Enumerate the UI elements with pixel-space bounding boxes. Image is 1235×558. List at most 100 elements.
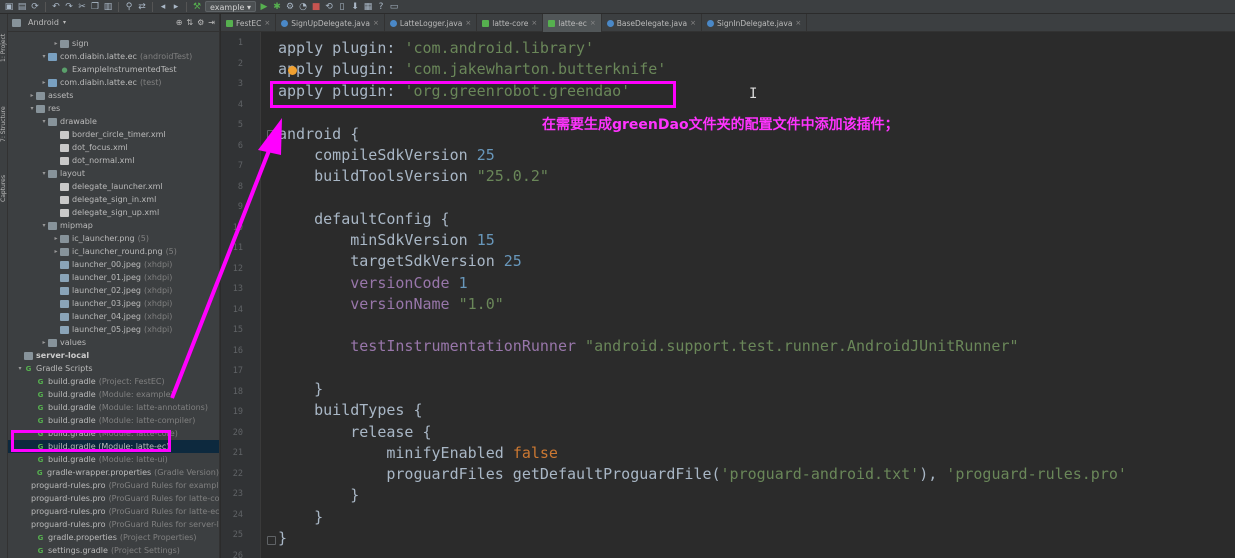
close-icon[interactable]: ×	[465, 19, 471, 27]
fold-marker-icon[interactable]	[267, 536, 276, 545]
tree-item[interactable]: server-local	[8, 349, 219, 362]
redo-icon[interactable]: ↷	[64, 2, 74, 12]
tree-item[interactable]: Ggradle.properties (Project Properties)	[8, 531, 219, 544]
tree-item[interactable]: border_circle_timer.xml	[8, 128, 219, 141]
debug-icon[interactable]: ✱	[272, 2, 282, 12]
tree-item[interactable]: Gbuild.gradle (Project: FestEC)	[8, 375, 219, 388]
close-icon[interactable]: ×	[531, 19, 537, 27]
tree-item[interactable]: ▾ layout	[8, 167, 219, 180]
tree-item[interactable]: launcher_04.jpeg (xhdpi)	[8, 310, 219, 323]
chevron-down-icon[interactable]: ▾	[16, 362, 24, 375]
editor-tab[interactable]: BaseDelegate.java ×	[602, 14, 702, 32]
tree-item[interactable]: delegate_sign_in.xml	[8, 193, 219, 206]
chevron-right-icon[interactable]: ▸	[40, 76, 48, 89]
replace-icon[interactable]: ⇄	[137, 2, 147, 12]
tree-item[interactable]: delegate_sign_up.xml	[8, 206, 219, 219]
chevron-down-icon[interactable]: ▾	[40, 167, 48, 180]
cut-icon[interactable]: ✂	[77, 2, 87, 12]
run-config-selector[interactable]: example ▾	[205, 1, 256, 12]
avd-icon[interactable]: ▯	[337, 2, 347, 12]
help-icon[interactable]: ?	[376, 2, 386, 12]
profile-icon[interactable]: ◔	[298, 2, 308, 12]
build-icon[interactable]: ⚒	[192, 2, 202, 12]
tree-item[interactable]: Ggradle-wrapper.properties (Gradle Versio…	[8, 466, 219, 479]
chevron-right-icon[interactable]: ▸	[52, 232, 60, 245]
tool-tab-project[interactable]: 1: Project	[0, 18, 8, 78]
sync-scroll-icon[interactable]: ⊕	[176, 18, 183, 27]
tree-item[interactable]: launcher_03.jpeg (xhdpi)	[8, 297, 219, 310]
tree-item[interactable]: ▸ assets	[8, 89, 219, 102]
editor-tab[interactable]: FestEC ×	[221, 14, 277, 32]
tree-item[interactable]: dot_normal.xml	[8, 154, 219, 167]
close-icon[interactable]: ×	[373, 19, 379, 27]
tree-item[interactable]: proguard-rules.pro (ProGuard Rules for ex…	[8, 479, 219, 492]
editor-tab[interactable]: latte-core ×	[477, 14, 544, 32]
close-icon[interactable]: ×	[690, 19, 696, 27]
tree-item[interactable]: ▸ values	[8, 336, 219, 349]
chevron-right-icon[interactable]: ▸	[52, 245, 60, 258]
stop-icon[interactable]: ■	[311, 2, 321, 12]
tree-item[interactable]: ▸ com.diabin.latte.ec (test)	[8, 76, 219, 89]
structure-icon[interactable]: ▦	[363, 2, 373, 12]
tree-item[interactable]: ▾ G Gradle Scripts	[8, 362, 219, 375]
device-icon[interactable]: ▭	[389, 2, 399, 12]
chevron-down-icon[interactable]: ▾	[28, 102, 36, 115]
copy-icon[interactable]: ❐	[90, 2, 100, 12]
hide-panel-icon[interactable]: ⇥	[208, 18, 215, 27]
tree-item[interactable]: delegate_launcher.xml	[8, 180, 219, 193]
close-icon[interactable]: ×	[264, 19, 270, 27]
tree-item[interactable]: proguard-rules.pro (ProGuard Rules for la…	[8, 492, 219, 505]
view-mode-selector[interactable]: Android	[28, 18, 59, 27]
editor-tab[interactable]: latte-ec ×	[543, 14, 602, 32]
code-editor[interactable]: apply plugin: 'com.android.library' apply…	[278, 34, 1235, 558]
save-icon[interactable]: ▤	[17, 2, 27, 12]
tree-item[interactable]: proguard-rules.pro (ProGuard Rules for se…	[8, 518, 219, 531]
tool-tab-captures[interactable]: Captures	[0, 164, 8, 214]
chevron-down-icon[interactable]: ▾	[40, 50, 48, 63]
tree-item[interactable]: launcher_01.jpeg (xhdpi)	[8, 271, 219, 284]
tree-item[interactable]: ▸ sign	[8, 37, 219, 50]
run-icon[interactable]: ▶	[259, 2, 269, 12]
sync-icon[interactable]: ⟳	[30, 2, 40, 12]
tree-item[interactable]: ▸ ic_launcher_round.png (5)	[8, 245, 219, 258]
paste-icon[interactable]: ▥	[103, 2, 113, 12]
forward-icon[interactable]: ▸	[171, 2, 181, 12]
tree-item[interactable]: dot_focus.xml	[8, 141, 219, 154]
chevron-down-icon[interactable]: ▾	[63, 19, 66, 26]
fold-marker-icon[interactable]	[267, 130, 276, 139]
tree-item[interactable]: ▾ res	[8, 102, 219, 115]
chevron-right-icon[interactable]: ▸	[52, 37, 60, 50]
back-icon[interactable]: ◂	[158, 2, 168, 12]
tree-item[interactable]: ▸ ic_launcher.png (5)	[8, 232, 219, 245]
tree-item[interactable]: ▾ drawable	[8, 115, 219, 128]
tree-item[interactable]: Gbuild.gradle (Module: latte-annotations)	[8, 401, 219, 414]
chevron-right-icon[interactable]: ▸	[40, 336, 48, 349]
sdk-icon[interactable]: ⬇	[350, 2, 360, 12]
tree-item[interactable]: ▾ mipmap	[8, 219, 219, 232]
attach-icon[interactable]: ⚙	[285, 2, 295, 12]
tree-item[interactable]: launcher_02.jpeg (xhdpi)	[8, 284, 219, 297]
tree-item[interactable]: proguard-rules.pro (ProGuard Rules for la…	[8, 505, 219, 518]
open-icon[interactable]: ▣	[4, 2, 14, 12]
undo-icon[interactable]: ↶	[51, 2, 61, 12]
tree-item[interactable]: Gsettings.gradle (Project Settings)	[8, 544, 219, 557]
tree-item[interactable]: Gbuild.gradle (Module: latte-compiler)	[8, 414, 219, 427]
chevron-right-icon[interactable]: ▸	[28, 89, 36, 102]
tree-item[interactable]: launcher_05.jpeg (xhdpi)	[8, 323, 219, 336]
sync-gradle-icon[interactable]: ⟲	[324, 2, 334, 12]
close-icon[interactable]: ×	[590, 19, 596, 27]
tree-item[interactable]: ▾ com.diabin.latte.ec (androidTest)	[8, 50, 219, 63]
tree-item[interactable]: Gbuild.gradle (Module: example)	[8, 388, 219, 401]
editor-tab[interactable]: SignInDelegate.java ×	[702, 14, 808, 32]
tree-item[interactable]: launcher_00.jpeg (xhdpi)	[8, 258, 219, 271]
editor-tab[interactable]: SignUpDelegate.java ×	[276, 14, 385, 32]
chevron-down-icon[interactable]: ▾	[40, 115, 48, 128]
find-icon[interactable]: ⚲	[124, 2, 134, 12]
tree-item[interactable]: ● ExampleInstrumentedTest	[8, 63, 219, 76]
intention-bulb-icon[interactable]	[288, 66, 297, 75]
gear-icon[interactable]: ⚙	[197, 18, 204, 27]
tool-tab-structure[interactable]: 7: Structure	[0, 94, 8, 154]
collapse-all-icon[interactable]: ⇅	[186, 18, 193, 27]
tree-item[interactable]: Gbuild.gradle (Module: latte-ui)	[8, 453, 219, 466]
chevron-down-icon[interactable]: ▾	[40, 219, 48, 232]
